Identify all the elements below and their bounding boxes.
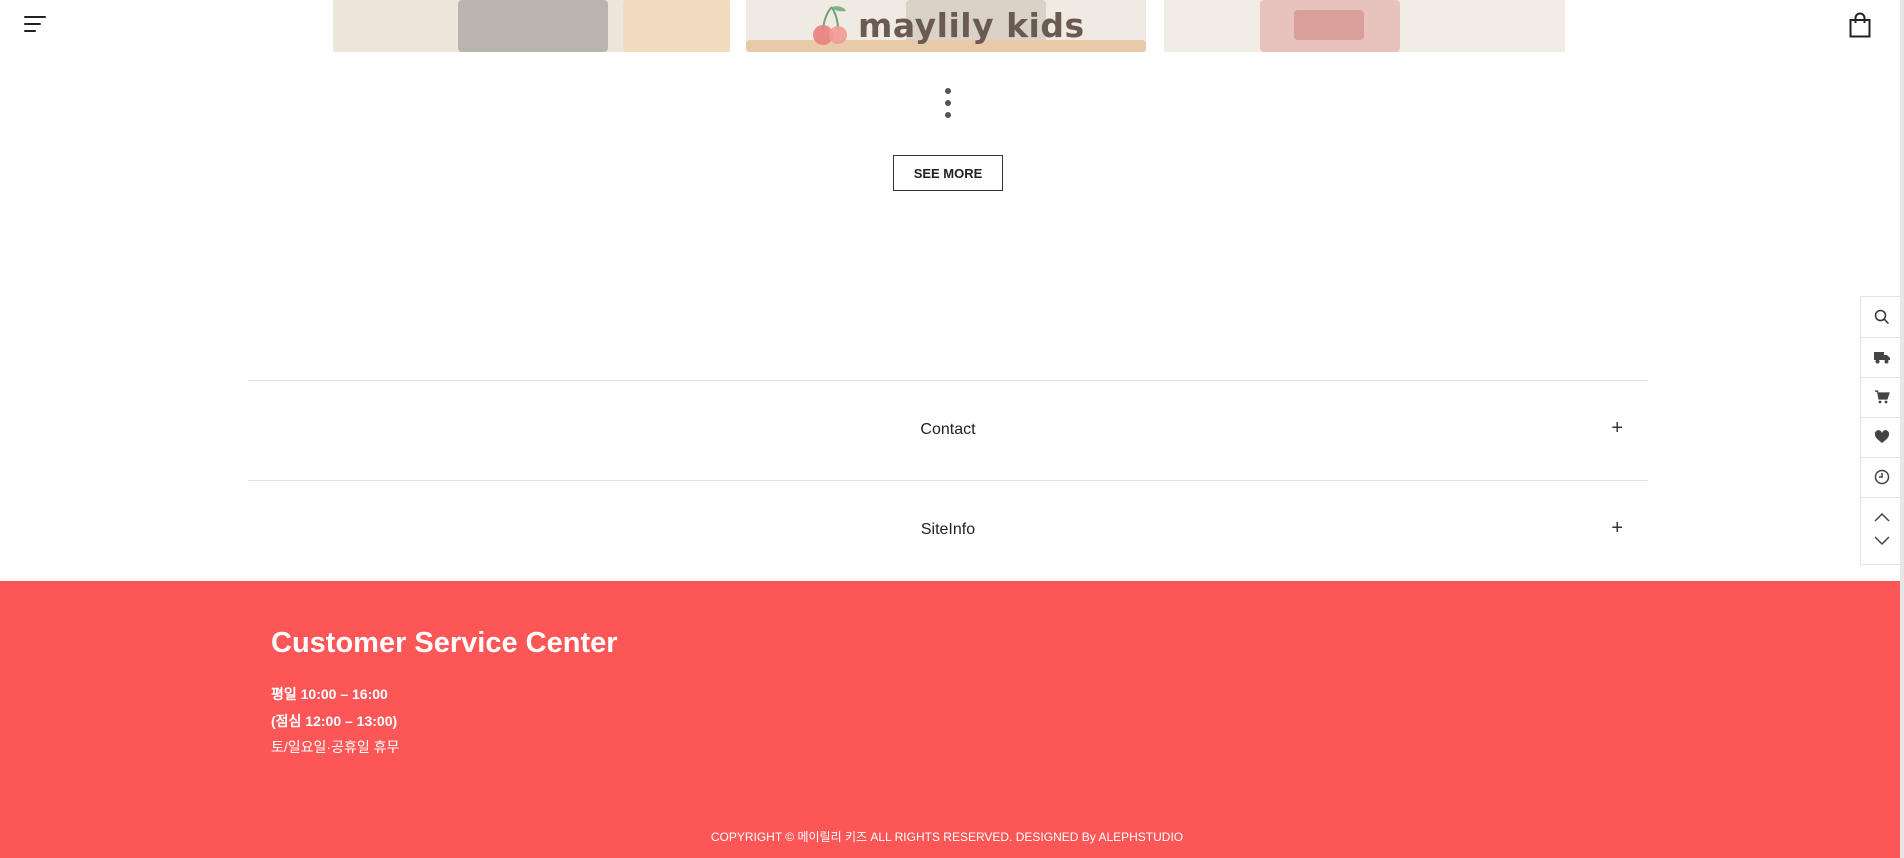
logo-text: maylily kids: [858, 5, 1085, 45]
cart-icon: [1875, 390, 1890, 404]
weekday-hours: 평일 10:00 – 16:00: [271, 686, 388, 702]
hamburger-icon: [24, 16, 46, 18]
vertical-ellipsis-icon: [944, 88, 952, 120]
product-thumbnail[interactable]: [1164, 0, 1565, 52]
closed-days: 토/일요일·공휴일 휴무: [271, 739, 400, 755]
siteinfo-accordion[interactable]: SiteInfo +: [248, 480, 1648, 580]
shopping-bag-icon: [1849, 12, 1871, 38]
search-icon: [1874, 309, 1890, 325]
accordion-label: Contact: [920, 421, 976, 438]
quick-wishlist-button[interactable]: [1861, 417, 1903, 458]
plus-icon: +: [1611, 417, 1623, 439]
scroll-controls: [1861, 497, 1903, 564]
shopping-bag-button[interactable]: [1848, 12, 1872, 38]
plus-icon: +: [1611, 517, 1623, 539]
accordion-label: SiteInfo: [920, 521, 976, 538]
quick-recent-button[interactable]: [1861, 457, 1903, 498]
site-footer: Customer Service Center 평일 10:00 – 16:00…: [0, 581, 1904, 858]
clock-icon: [1874, 469, 1890, 485]
heart-icon: [1874, 430, 1890, 443]
product-thumbnail[interactable]: [333, 0, 730, 52]
delivery-truck-icon: [1874, 352, 1890, 364]
quick-delivery-button[interactable]: [1861, 337, 1903, 378]
chevron-up-icon: [1874, 512, 1890, 522]
cherry-icon: [813, 6, 847, 45]
contact-accordion[interactable]: Contact +: [248, 380, 1648, 480]
menu-button[interactable]: [24, 16, 46, 32]
copyright-text: COPYRIGHT © 메이릴리 키즈 ALL RIGHTS RESERVED.…: [710, 830, 1184, 844]
customer-service-title: Customer Service Center: [271, 627, 618, 659]
scroll-up-button[interactable]: [1861, 505, 1903, 529]
scroll-down-button[interactable]: [1861, 529, 1903, 553]
see-more-button[interactable]: SEE MORE: [893, 155, 1003, 191]
chevron-down-icon: [1874, 536, 1890, 546]
site-header: maylily kids: [0, 0, 1904, 53]
lunch-hours: (점심 12:00 – 13:00): [271, 713, 398, 729]
quick-search-button[interactable]: [1861, 297, 1903, 338]
site-logo[interactable]: maylily kids: [810, 0, 1085, 50]
quick-menu: [1860, 296, 1904, 565]
page-scrollbar[interactable]: [1900, 0, 1904, 858]
quick-cart-button[interactable]: [1861, 377, 1903, 418]
